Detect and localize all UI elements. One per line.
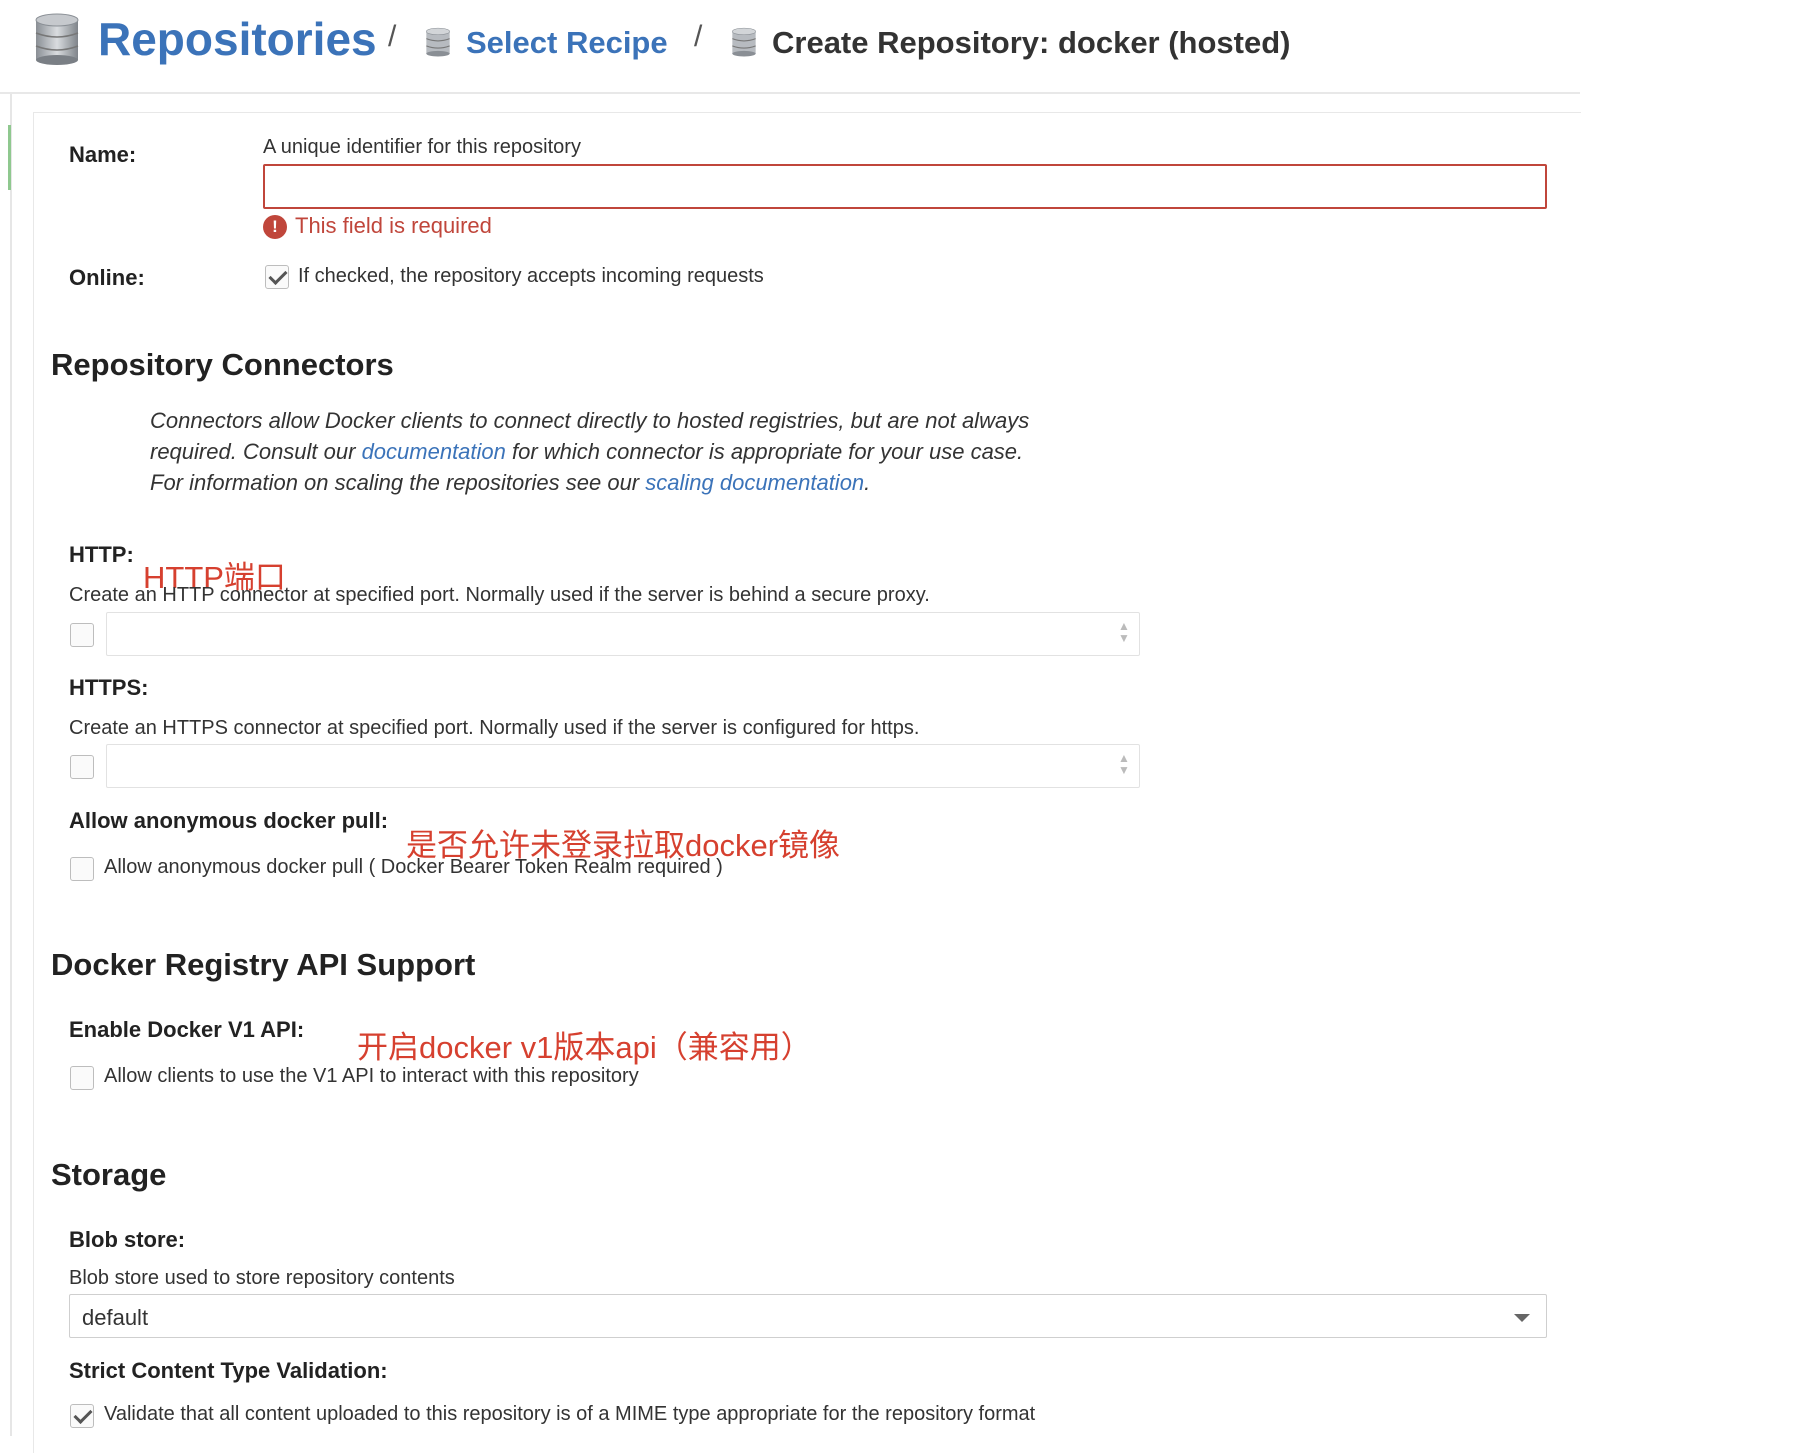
https-label: HTTPS:	[69, 675, 149, 700]
spinner-arrows-icon[interactable]: ▲ ▼	[1118, 620, 1130, 644]
name-help: A unique identifier for this repository	[263, 136, 581, 158]
v1-api-help: Allow clients to use the V1 API to inter…	[104, 1065, 639, 1087]
https-port-input[interactable]	[106, 744, 1140, 788]
v1-api-checkbox[interactable]	[70, 1066, 94, 1090]
documentation-link[interactable]: documentation	[362, 439, 506, 464]
name-input[interactable]	[263, 164, 1547, 209]
storage-title: Storage	[51, 1157, 167, 1192]
online-label: Online:	[69, 265, 145, 290]
api-support-title: Docker Registry API Support	[51, 947, 476, 982]
database-icon	[34, 12, 80, 71]
error-icon: !	[263, 215, 287, 240]
spinner-arrows-icon[interactable]: ▲ ▼	[1118, 752, 1130, 776]
left-accent	[8, 125, 11, 190]
anonymous-pull-label: Allow anonymous docker pull:	[69, 808, 389, 833]
name-label: Name:	[69, 142, 137, 167]
v1-api-label: Enable Docker V1 API:	[69, 1017, 305, 1042]
blob-store-label: Blob store:	[69, 1227, 186, 1252]
http-label: HTTP:	[69, 542, 134, 567]
breadcrumb-select-recipe[interactable]: Select Recipe	[466, 25, 668, 61]
anonymous-pull-help: Allow anonymous docker pull ( Docker Bea…	[104, 856, 723, 878]
strict-validation-help: Validate that all content uploaded to th…	[104, 1403, 1036, 1425]
name-error: ! This field is required	[263, 213, 492, 240]
http-port-input[interactable]	[106, 612, 1140, 656]
blob-store-help: Blob store used to store repository cont…	[69, 1267, 455, 1289]
http-help: Create an HTTP connector at specified po…	[69, 584, 930, 606]
online-help: If checked, the repository accepts incom…	[298, 265, 764, 287]
strict-validation-label: Strict Content Type Validation:	[69, 1358, 388, 1383]
connectors-title: Repository Connectors	[51, 347, 394, 382]
breadcrumb-separator: /	[694, 20, 703, 53]
breadcrumb-current: Create Repository: docker (hosted)	[772, 25, 1291, 60]
v1-api-annotation: 开启docker v1版本api（兼容用）	[357, 1030, 812, 1065]
blob-store-value: default	[82, 1305, 149, 1330]
anonymous-pull-checkbox[interactable]	[70, 857, 94, 881]
connectors-desc-end: .	[864, 470, 871, 495]
scaling-documentation-link[interactable]: scaling documentation	[645, 470, 864, 495]
page-header: Repositories / Select Recipe / Create Re…	[0, 0, 1580, 94]
database-icon	[425, 27, 451, 62]
strict-validation-checkbox[interactable]	[70, 1404, 94, 1428]
database-icon	[731, 27, 757, 62]
name-error-text: This field is required	[295, 213, 492, 238]
online-checkbox[interactable]	[265, 265, 289, 289]
connectors-description: Connectors allow Docker clients to conne…	[150, 405, 1060, 498]
breadcrumb-repositories[interactable]: Repositories	[98, 12, 377, 66]
http-enable-checkbox[interactable]	[70, 623, 94, 647]
left-border	[10, 0, 12, 1436]
https-help: Create an HTTPS connector at specified p…	[69, 717, 920, 739]
breadcrumb-separator: /	[388, 20, 397, 53]
blob-store-select[interactable]: default	[69, 1294, 1547, 1338]
https-enable-checkbox[interactable]	[70, 755, 94, 779]
chevron-down-icon	[1514, 1314, 1530, 1322]
